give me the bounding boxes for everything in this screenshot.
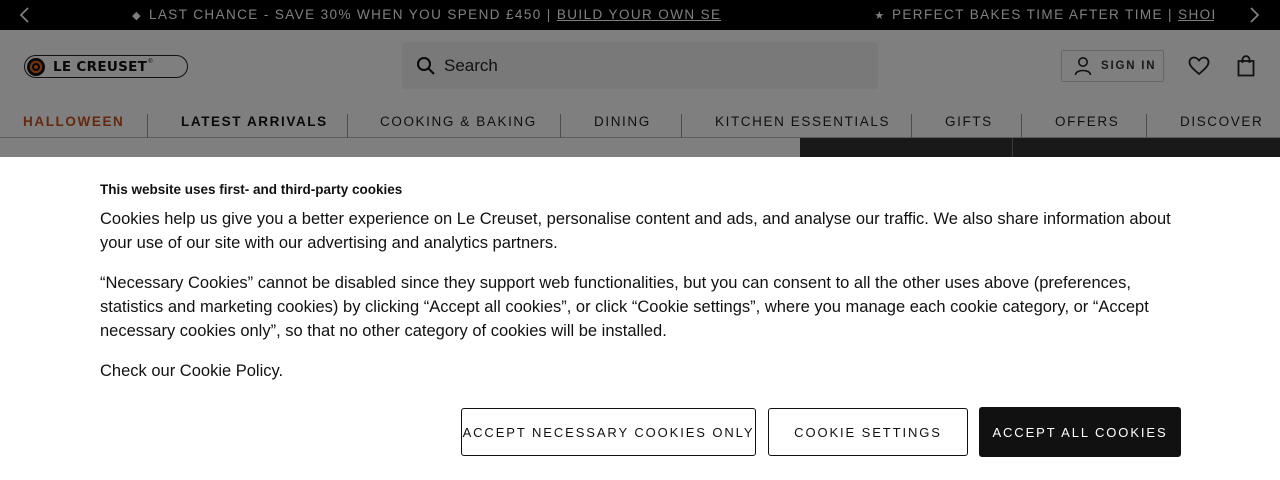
cookie-policy-prefix: Check our xyxy=(100,362,180,380)
cookie-paragraph: “Necessary Cookies” cannot be disabled s… xyxy=(100,274,1149,340)
cookie-policy-suffix: . xyxy=(278,362,284,380)
cookie-title: This website uses first- and third-party… xyxy=(100,182,403,197)
cookie-banner: This website uses first- and third-party… xyxy=(0,157,1280,480)
cookie-policy-link[interactable]: Cookie Policy xyxy=(180,362,279,380)
cookie-settings-button[interactable]: COOKIE SETTINGS xyxy=(768,408,968,456)
cookie-policy-text: Check our Cookie Policy. xyxy=(100,359,1185,383)
cookie-paragraph: Cookies help us give you a better experi… xyxy=(100,210,1171,252)
accept-necessary-cookies-button[interactable]: ACCEPT NECESSARY COOKIES ONLY xyxy=(461,408,756,456)
accept-all-cookies-button[interactable]: ACCEPT ALL COOKIES xyxy=(979,407,1181,457)
